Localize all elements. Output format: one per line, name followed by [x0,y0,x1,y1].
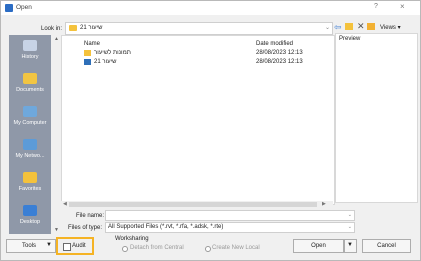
folder-icon [84,50,91,56]
chevron-down-icon: ⌄ [347,224,352,230]
file-type-label: Files of type: [68,225,103,231]
open-label: Open [311,243,326,249]
revit-file-icon [84,59,91,65]
scroll-right-icon[interactable]: ▶ [322,201,326,207]
cancel-button[interactable]: Cancel [362,239,411,253]
views-label: Views [380,25,396,31]
my-computer-icon [23,106,37,117]
new-folder-icon[interactable] [367,23,375,30]
place-label: Favorites [18,186,42,192]
help-button[interactable]: ? [374,3,378,10]
place-favorites[interactable]: Favorites [9,172,51,192]
history-icon [23,40,37,51]
network-icon [23,139,37,150]
place-my-computer[interactable]: My Computer [9,106,51,126]
file-type-select[interactable]: All Supported Files (*.rvt, *.rfa, *.ads… [105,222,355,233]
cancel-label: Cancel [377,243,396,249]
app-icon [5,4,13,12]
file-list[interactable]: Name Date modified תמונות לשיעור 28/08/2… [61,35,335,205]
documents-icon [23,73,37,84]
open-button[interactable]: Open [293,239,344,253]
look-in-dropdown[interactable]: 21 שיעור ⌄ [65,22,333,35]
column-header-name[interactable]: Name [84,41,100,47]
scroll-up-icon[interactable]: ▲ [54,36,59,42]
worksharing-label: Worksharing [115,236,149,242]
detach-radio[interactable] [122,246,128,252]
file-type-value: All Supported Files (*.rvt, *.rfa, *.ads… [108,224,224,230]
file-date: 28/08/2023 12:13 [256,50,303,56]
look-in-label: Look in: [41,26,63,32]
place-label: Documents [16,87,44,93]
place-label: My Netwo... [15,153,45,159]
place-network[interactable]: My Netwo... [9,139,51,159]
audit-checkbox[interactable] [63,243,71,251]
back-arrow-icon[interactable]: ⇦ [334,22,342,33]
place-label: Desktop [19,219,41,225]
delete-icon[interactable]: ✕ [357,21,365,32]
look-in-value: 21 שיעור [80,25,103,31]
desktop-icon [23,205,37,216]
file-name-label: File name: [76,213,105,219]
chevron-down-icon[interactable]: ⌄ [348,212,352,218]
file-name-input[interactable]: ⌄ [105,210,355,221]
place-desktop[interactable]: Desktop [9,205,51,225]
create-local-radio[interactable] [205,246,211,252]
place-documents[interactable]: Documents [9,73,51,93]
file-name: תמונות לשיעור [94,50,131,56]
tools-label: Tools [22,243,37,249]
list-item[interactable]: תמונות לשיעור 28/08/2023 12:13 [62,49,332,58]
preview-pane: Preview [335,33,418,203]
favorites-icon [23,172,37,183]
create-new-local-label[interactable]: Create New Local [212,245,260,251]
preview-label: Preview [339,36,361,42]
views-button[interactable]: Views ▾ [380,24,401,31]
place-history[interactable]: History [9,40,51,60]
folder-icon [69,25,77,31]
place-label: History [21,54,39,60]
dialog-title: Open [16,4,32,11]
places-bar: History Documents My Computer My Netwo..… [9,35,51,234]
scroll-thumb[interactable] [69,202,317,207]
title-bar: Open ? × [1,1,420,15]
horizontal-scrollbar[interactable]: ◀ ▶ [61,201,333,208]
place-label: My Computer [13,120,47,126]
tools-button[interactable]: Tools ▼ [6,239,56,253]
open-dialog: Open ? × Look in: 21 שיעור ⌄ ⇦ ✕ Views ▾… [0,0,421,261]
scroll-down-icon[interactable]: ▼ [54,227,59,233]
file-date: 28/08/2023 12:13 [256,59,303,65]
dropdown-arrow-icon: ▼ [347,242,353,248]
dropdown-arrow-icon: ▼ [46,242,52,248]
list-item[interactable]: שיעור 21 28/08/2023 12:13 [62,58,332,67]
open-dropdown-button[interactable]: ▼ [344,239,357,253]
scroll-left-icon[interactable]: ◀ [63,201,67,207]
audit-label[interactable]: Audit [72,243,86,249]
up-folder-icon[interactable] [345,23,353,30]
column-header-date[interactable]: Date modified [256,41,293,47]
file-name: שיעור 21 [94,59,117,65]
detach-from-central-label[interactable]: Detach from Central [130,245,184,251]
close-button[interactable]: × [400,2,405,11]
chevron-down-icon: ⌄ [324,25,330,31]
